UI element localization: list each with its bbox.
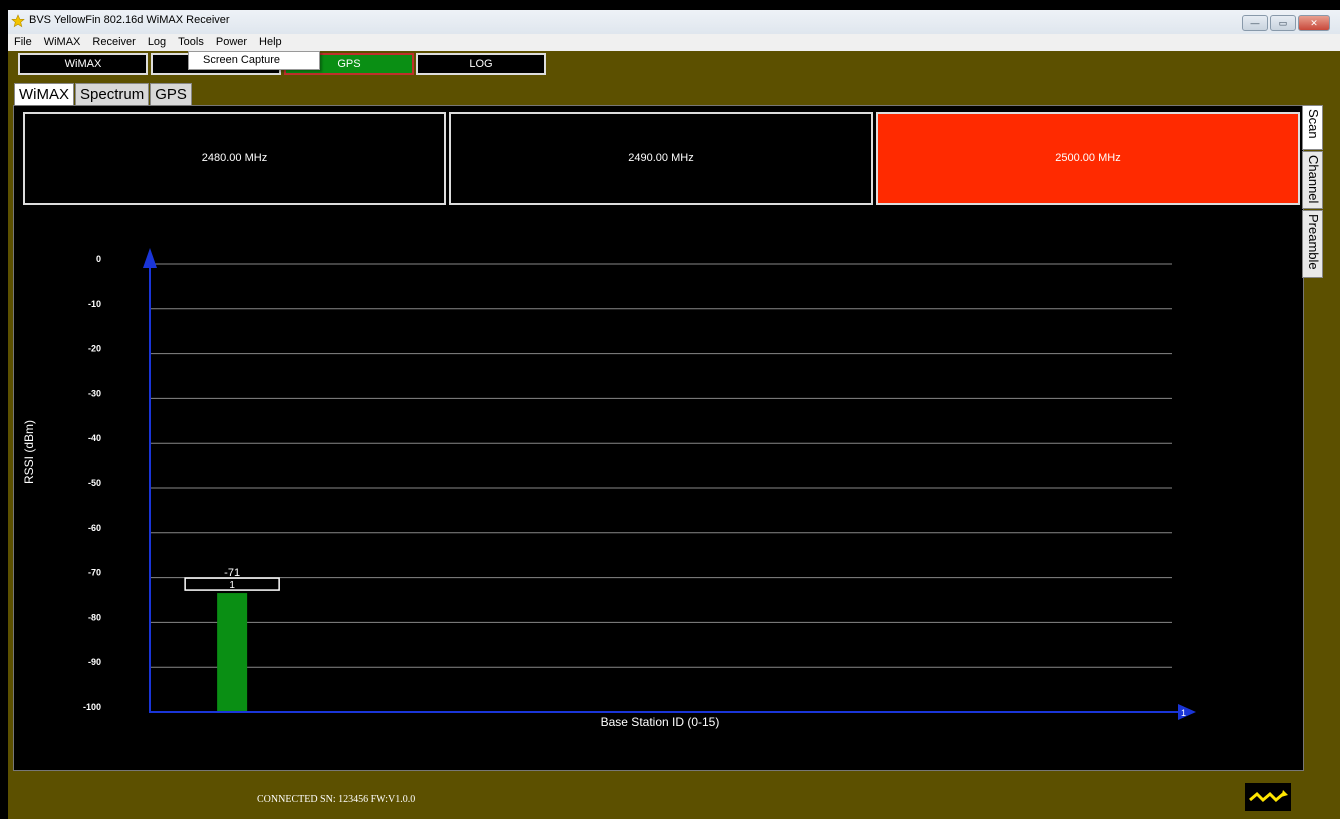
side-tab-preamble[interactable]: Preamble xyxy=(1302,210,1323,278)
wimax-panel: 2480.00 MHz 2490.00 MHz 2500.00 MHz xyxy=(13,105,1304,771)
tab-gps[interactable]: GPS xyxy=(150,83,192,106)
tools-dropdown: Screen Capture xyxy=(188,51,320,70)
menu-item-screen-capture[interactable]: Screen Capture xyxy=(203,54,280,66)
power-status xyxy=(1245,783,1291,811)
menu-bar: File WiMAX Receiver Log Tools Power Help xyxy=(8,34,1340,51)
side-tab-scan[interactable]: Scan xyxy=(1302,105,1323,150)
menu-tools[interactable]: Tools xyxy=(172,34,210,51)
frequency-button-2480[interactable]: 2480.00 MHz xyxy=(23,112,446,205)
main-tabs: WiMAX Spectrum GPS xyxy=(14,83,193,106)
lightning-icon xyxy=(1249,790,1288,803)
mode-button-log[interactable]: LOG xyxy=(416,53,546,75)
menu-power[interactable]: Power xyxy=(210,34,253,51)
status-bar: CONNECTED SN: 123456 FW:V1.0.0 xyxy=(8,778,1340,819)
menu-wimax[interactable]: WiMAX xyxy=(38,34,87,51)
menu-log[interactable]: Log xyxy=(142,34,172,51)
frequency-button-2500[interactable]: 2500.00 MHz xyxy=(876,112,1300,205)
close-button[interactable]: ✕ xyxy=(1298,15,1330,31)
tab-wimax[interactable]: WiMAX xyxy=(14,83,74,106)
maximize-button[interactable]: ▭ xyxy=(1270,15,1296,31)
app-window: BVS YellowFin 802.16d WiMAX Receiver — ▭… xyxy=(8,10,1340,819)
tab-spectrum[interactable]: Spectrum xyxy=(75,83,150,106)
side-tab-preamble-label: Preamble xyxy=(1306,214,1321,270)
side-tab-scan-label: Scan xyxy=(1306,109,1321,139)
menu-help[interactable]: Help xyxy=(253,34,288,51)
menu-file[interactable]: File xyxy=(8,34,38,51)
minimize-button[interactable]: — xyxy=(1242,15,1268,31)
side-tab-channel[interactable]: Channel xyxy=(1302,151,1323,209)
side-tab-channel-label: Channel xyxy=(1306,155,1321,204)
window-title: BVS YellowFin 802.16d WiMAX Receiver xyxy=(29,14,230,26)
title-bar: BVS YellowFin 802.16d WiMAX Receiver — ▭… xyxy=(8,10,1340,34)
frequency-button-2490[interactable]: 2490.00 MHz xyxy=(449,112,873,205)
mode-button-wimax[interactable]: WiMAX xyxy=(18,53,148,75)
menu-receiver[interactable]: Receiver xyxy=(86,34,141,51)
connection-status: CONNECTED SN: 123456 FW:V1.0.0 xyxy=(257,794,416,805)
app-star-icon xyxy=(11,14,25,28)
